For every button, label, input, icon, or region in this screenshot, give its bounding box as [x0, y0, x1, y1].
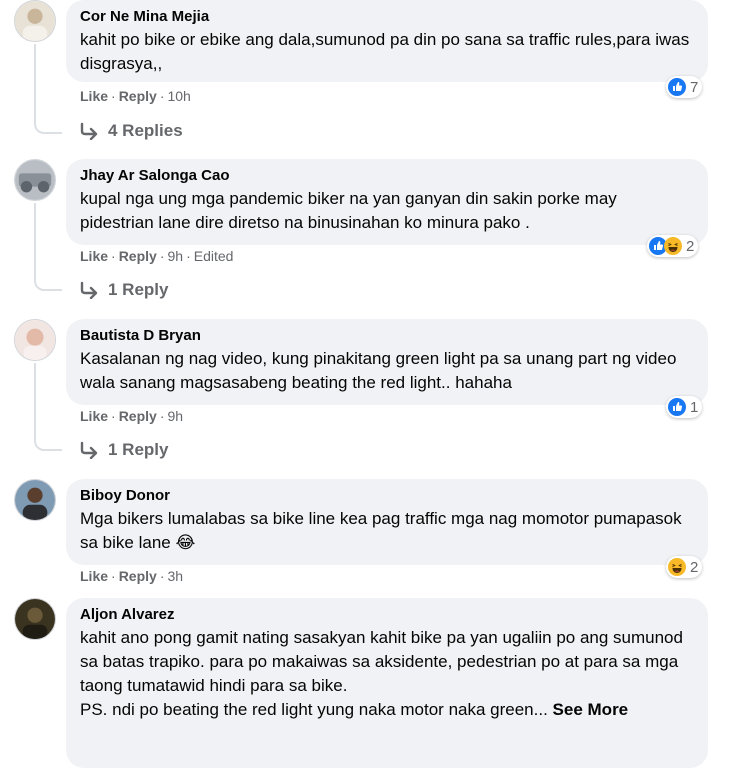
comment-bubble: Bautista D Bryan Kasalanan ng nag video,…	[66, 319, 708, 405]
comment-text: kahit ano pong gamit nating sasakyan kah…	[80, 626, 694, 722]
avatar[interactable]	[14, 159, 56, 201]
like-button[interactable]: Like	[80, 568, 108, 584]
view-replies-button[interactable]: 4 Replies	[80, 121, 183, 141]
reaction-summary[interactable]: 2	[647, 235, 699, 257]
timestamp[interactable]: 10h	[167, 88, 190, 104]
view-replies-button[interactable]: 1 Reply	[80, 280, 168, 300]
reaction-summary[interactable]: 2	[666, 556, 703, 578]
reaction-summary[interactable]: 1	[666, 396, 703, 418]
see-more-link[interactable]: See More	[553, 700, 629, 719]
comment-bubble: Aljon Alvarez kahit ano pong gamit natin…	[66, 598, 708, 768]
like-button[interactable]: Like	[80, 248, 108, 264]
comment-text: kahit po bike or ebike ang dala,sumunod …	[80, 30, 690, 73]
reply-arrow-icon	[80, 281, 98, 299]
comment-actions: Like · Reply · 3h	[80, 568, 184, 584]
replies-label: 1 Reply	[108, 280, 169, 299]
comment-actions: Like · Reply · 9h · Edited	[80, 248, 234, 264]
like-icon	[668, 78, 686, 96]
thread-line	[34, 44, 62, 134]
avatar[interactable]	[14, 0, 56, 42]
reaction-count: 2	[686, 237, 695, 255]
reply-button[interactable]: Reply	[119, 568, 157, 584]
reply-arrow-icon	[80, 441, 98, 459]
avatar[interactable]	[14, 479, 56, 521]
reaction-count: 1	[690, 398, 699, 416]
edited-label: Edited	[193, 248, 234, 264]
like-button[interactable]: Like	[80, 88, 108, 104]
avatar[interactable]	[14, 598, 56, 640]
comment-bubble: Cor Ne Mina Mejia kahit po bike or ebike…	[66, 0, 708, 82]
reply-button[interactable]: Reply	[119, 248, 157, 264]
comment-actions: Like · Reply · 10h	[80, 88, 191, 104]
reply-button[interactable]: Reply	[119, 408, 157, 424]
reaction-count: 2	[690, 558, 699, 576]
like-icon	[668, 398, 686, 416]
comment-author[interactable]: Biboy Donor	[80, 486, 694, 505]
comment-bubble: Biboy Donor Mga bikers lumalabas sa bike…	[66, 479, 708, 565]
reaction-count: 7	[690, 78, 699, 96]
haha-icon	[664, 237, 682, 255]
comment-text-body: kahit ano pong gamit nating sasakyan kah…	[80, 628, 683, 695]
view-replies-button[interactable]: 1 Reply	[80, 440, 168, 460]
comment-bubble: Jhay Ar Salonga Cao kupal nga ung mga pa…	[66, 159, 708, 245]
replies-label: 1 Reply	[108, 440, 169, 459]
comment-text: kupal nga ung mga pandemic biker na yan …	[80, 189, 617, 232]
thread-line	[34, 363, 62, 451]
comment-author[interactable]: Cor Ne Mina Mejia	[80, 7, 694, 26]
reply-arrow-icon	[80, 122, 98, 140]
comment-actions: Like · Reply · 9h	[80, 408, 184, 424]
comment-author[interactable]: Bautista D Bryan	[80, 326, 694, 345]
timestamp[interactable]: 9h	[167, 248, 183, 264]
thread-line	[34, 203, 62, 291]
comment-text: Mga bikers lumalabas sa bike line kea pa…	[80, 509, 682, 552]
reply-button[interactable]: Reply	[119, 88, 157, 104]
timestamp[interactable]: 9h	[167, 408, 183, 424]
replies-label: 4 Replies	[108, 121, 183, 140]
reaction-summary[interactable]: 7	[666, 76, 703, 98]
timestamp[interactable]: 3h	[167, 568, 183, 584]
comment-author[interactable]: Aljon Alvarez	[80, 605, 694, 624]
haha-icon	[668, 558, 686, 576]
comment-author[interactable]: Jhay Ar Salonga Cao	[80, 166, 694, 185]
like-button[interactable]: Like	[80, 408, 108, 424]
comment-text: Kasalanan ng nag video, kung pinakitang …	[80, 349, 677, 392]
avatar[interactable]	[14, 319, 56, 361]
comment-text-ps: PS. ndi po beating the red light yung na…	[80, 700, 548, 719]
